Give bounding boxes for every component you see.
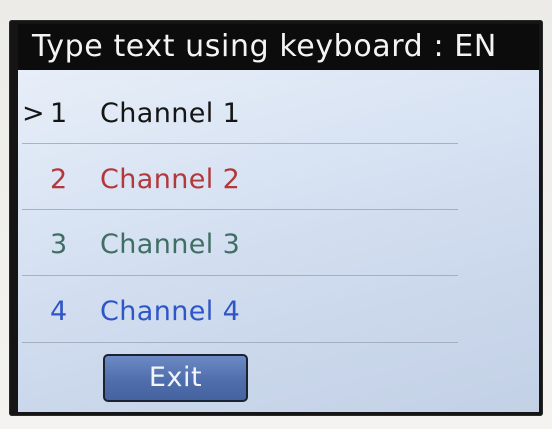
divider bbox=[22, 209, 458, 210]
menu-item-label: Channel 3 bbox=[100, 229, 241, 260]
exit-button[interactable]: Exit bbox=[103, 354, 248, 402]
menu-item-channel-1[interactable]: > 1 Channel 1 bbox=[18, 92, 539, 140]
selection-cursor-icon: > bbox=[22, 98, 45, 129]
device-frame: Type text using keyboard : EN > 1 Channe… bbox=[0, 0, 552, 429]
menu-item-number: 1 bbox=[50, 98, 68, 129]
menu-item-number: 3 bbox=[50, 229, 68, 260]
divider bbox=[22, 275, 458, 276]
menu-item-number: 2 bbox=[50, 164, 68, 195]
menu-item-number: 4 bbox=[50, 296, 68, 327]
menu-item-label: Channel 4 bbox=[100, 296, 241, 327]
menu-item-channel-4[interactable]: 4 Channel 4 bbox=[18, 290, 539, 338]
divider bbox=[22, 342, 458, 343]
divider bbox=[22, 143, 458, 144]
menu-item-label: Channel 1 bbox=[100, 98, 241, 129]
page-title: Type text using keyboard : EN bbox=[32, 29, 497, 64]
menu-item-label: Channel 2 bbox=[100, 164, 241, 195]
menu-item-channel-3[interactable]: 3 Channel 3 bbox=[18, 223, 539, 271]
menu-item-channel-2[interactable]: 2 Channel 2 bbox=[18, 158, 539, 206]
